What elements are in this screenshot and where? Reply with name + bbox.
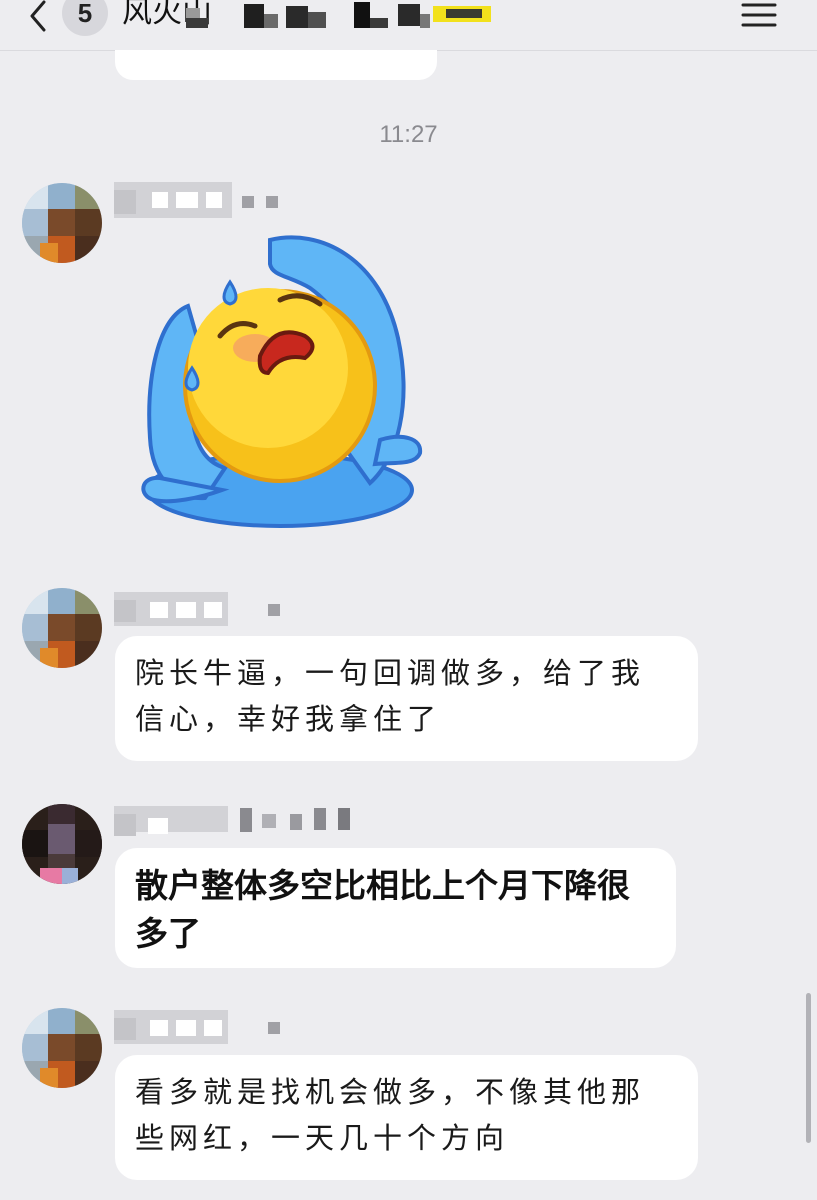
censored-sender-name bbox=[114, 1010, 280, 1044]
censored-sender-name bbox=[114, 592, 280, 626]
menu-button[interactable] bbox=[741, 2, 777, 28]
sender-avatar[interactable] bbox=[22, 588, 102, 668]
sender-avatar[interactable] bbox=[22, 1008, 102, 1088]
pixelated-avatar-image bbox=[22, 1008, 102, 1088]
censored-title-mosaic bbox=[186, 2, 491, 28]
message-text: 院长牛逼，一句回调做多，给了我信心，幸好我拿住了 bbox=[135, 656, 646, 736]
back-button[interactable] bbox=[24, 0, 54, 32]
chat-header: 5 风火山 bbox=[0, 0, 817, 51]
hamburger-menu-icon bbox=[741, 3, 777, 27]
previous-message-bubble[interactable] bbox=[115, 50, 437, 80]
unread-count-badge[interactable]: 5 bbox=[62, 0, 108, 36]
message-bubble[interactable]: 散户整体多空比相比上个月下降很多了 bbox=[115, 848, 676, 968]
pixelated-avatar-image bbox=[22, 804, 102, 884]
message-text: 看多就是找机会做多，不像其他那些网红，一天几十个方向 bbox=[135, 1075, 646, 1155]
message-bubble[interactable]: 院长牛逼，一句回调做多，给了我信心，幸好我拿住了 bbox=[115, 636, 698, 761]
pixelated-avatar-image bbox=[22, 588, 102, 668]
message-text: 散户整体多空比相比上个月下降很多了 bbox=[135, 866, 630, 953]
sender-avatar[interactable] bbox=[22, 804, 102, 884]
scrollbar-thumb[interactable] bbox=[806, 993, 811, 1143]
crying-emoji-sticker[interactable] bbox=[130, 228, 430, 538]
sender-avatar[interactable] bbox=[22, 183, 102, 263]
censored-sender-name bbox=[114, 806, 350, 836]
chevron-left-icon bbox=[30, 0, 46, 32]
message-timestamp: 11:27 bbox=[379, 121, 438, 148]
censored-sender-name bbox=[114, 182, 278, 218]
pixelated-avatar-image bbox=[22, 183, 102, 263]
message-bubble[interactable]: 看多就是找机会做多，不像其他那些网红，一天几十个方向 bbox=[115, 1055, 698, 1180]
